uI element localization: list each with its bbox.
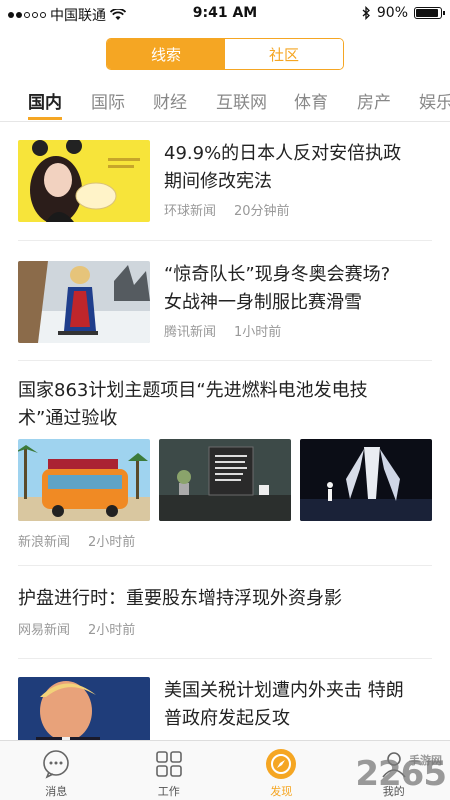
battery-icon <box>414 7 445 19</box>
news-thumbnail <box>300 439 432 521</box>
nav-label: 消息 <box>45 785 68 798</box>
tab-realestate[interactable]: 房产 <box>357 88 391 113</box>
segment-community[interactable]: 社区 <box>225 39 343 69</box>
news-meta: 网易新闻 2小时前 <box>18 619 432 638</box>
news-title: 49.9%的日本人反对安倍执政 期间修改宪法 <box>164 143 402 192</box>
bluetooth-icon <box>362 6 370 20</box>
news-item[interactable]: 美国关税计划遭内外夹击 特朗 普政府发起反攻 <box>18 677 432 740</box>
compass-icon <box>264 747 298 781</box>
nav-messages[interactable]: 消息 <box>0 741 113 800</box>
news-source: 网易新闻 <box>18 623 71 638</box>
battery-percent: 90% <box>376 5 408 21</box>
bottom-nav: 消息 工作 发现 我的 2265 手游网 <box>0 740 450 800</box>
nav-work[interactable]: 工作 <box>113 741 226 800</box>
divider <box>18 360 432 361</box>
segment-control: 线索 社区 <box>106 38 344 70</box>
divider <box>18 658 432 659</box>
news-thumbnail <box>18 677 150 740</box>
news-title: 护盘进行时：重要股东增持浮现外资身影 <box>18 588 342 609</box>
news-item[interactable]: “惊奇队长”现身冬奥会赛场? 女战神一身制服比赛滑雪 腾讯新闻 1小时前 <box>18 261 432 343</box>
tab-indicator <box>28 117 62 120</box>
grid-icon <box>152 747 186 781</box>
news-title: 美国关税计划遭内外夹击 特朗 普政府发起反攻 <box>164 680 404 729</box>
news-meta: 新浪新闻 2小时前 <box>18 531 135 550</box>
nav-label: 工作 <box>157 785 180 798</box>
tab-finance[interactable]: 财经 <box>153 88 187 113</box>
news-thumbnail <box>18 261 150 343</box>
news-thumbnail <box>18 140 150 222</box>
nav-discover[interactable]: 发现 <box>225 741 338 800</box>
news-thumbnail <box>18 439 150 521</box>
status-right: 90% <box>362 5 445 21</box>
news-source: 环球新闻 <box>164 204 217 219</box>
nav-label: 发现 <box>270 785 293 798</box>
news-time: 1小时前 <box>234 325 282 340</box>
divider <box>18 565 432 566</box>
news-item[interactable]: 护盘进行时：重要股东增持浮现外资身影 网易新闻 2小时前 <box>18 585 432 645</box>
site-watermark: 2265 手游网 <box>355 754 447 794</box>
segment-clues[interactable]: 线索 <box>107 39 225 69</box>
divider <box>18 240 432 241</box>
news-time: 20分钟前 <box>234 204 290 219</box>
tab-domestic[interactable]: 国内 <box>28 88 62 113</box>
news-item[interactable]: 国家863计划主题项目“先进燃料电池发电技 术”通过验收 新浪新闻 2小时前 <box>18 377 432 557</box>
news-source: 腾讯新闻 <box>164 325 217 340</box>
news-feed: 49.9%的日本人反对安倍执政 期间修改宪法 环球新闻 20分钟前 “惊奇队长”… <box>0 123 450 740</box>
news-item[interactable]: 49.9%的日本人反对安倍执政 期间修改宪法 环球新闻 20分钟前 <box>18 140 432 222</box>
news-source: 新浪新闻 <box>18 535 71 550</box>
chat-bubble-icon <box>39 747 73 781</box>
news-title: 国家863计划主题项目“先进燃料电池发电技 术”通过验收 <box>18 380 368 429</box>
news-time: 2小时前 <box>88 623 136 638</box>
tab-sports[interactable]: 体育 <box>294 88 328 113</box>
status-bar: 中国联通 9:41 AM 90% <box>0 0 450 26</box>
news-meta: 腾讯新闻 1小时前 <box>164 321 432 340</box>
tab-entertainment[interactable]: 娱乐 <box>419 88 450 113</box>
news-time: 2小时前 <box>88 535 136 550</box>
news-meta: 环球新闻 20分钟前 <box>164 200 432 219</box>
tab-internet[interactable]: 互联网 <box>216 88 267 113</box>
news-title: “惊奇队长”现身冬奥会赛场? 女战神一身制服比赛滑雪 <box>164 264 391 313</box>
category-tabs: 国内 国际 财经 互联网 体育 房产 娱乐 <box>0 86 450 122</box>
tab-international[interactable]: 国际 <box>91 88 125 113</box>
news-thumbnail <box>159 439 291 521</box>
